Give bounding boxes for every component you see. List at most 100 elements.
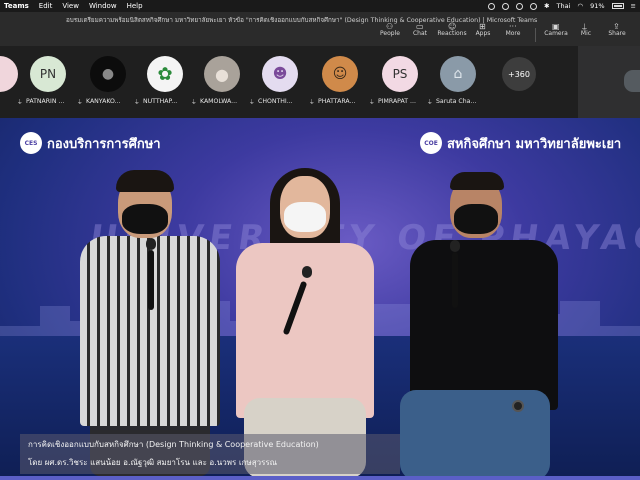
speaker-left [60, 166, 230, 476]
speaker-right-mask [454, 204, 498, 234]
participant-name: PHATTARA... [318, 98, 356, 105]
people-icon: ⚇ [386, 22, 394, 31]
mic-icon: ⍊ [582, 22, 587, 31]
avatar: ● [90, 56, 126, 92]
menu-help[interactable]: Help [127, 2, 143, 10]
people-button[interactable]: ⚇ People [375, 22, 405, 37]
caption-title: การคิดเชิงออกแบบกับสหกิจศึกษา (Design Th… [28, 440, 319, 449]
mic-muted-icon: ⍊ [135, 98, 139, 105]
people-label: People [380, 30, 400, 37]
ces-logo-text: กองบริการการศึกษา [47, 136, 161, 152]
avatar: ☺ [322, 56, 358, 92]
chat-label: Chat [412, 30, 428, 37]
camera-label: Camera [544, 30, 568, 37]
more-label: More [505, 30, 521, 37]
speaker-left-hair [116, 170, 174, 192]
lower-third-caption: การคิดเชิงออกแบบกับสหกิจศึกษา (Design Th… [20, 434, 400, 474]
participant-tile[interactable]: PS ⍊ PIMRAPAT ... [370, 56, 430, 116]
share-label: Share [608, 30, 626, 37]
avatar: ● [204, 56, 240, 92]
self-view[interactable] [578, 46, 640, 118]
more-participants-button[interactable]: +360 [502, 57, 536, 91]
main-video-stage[interactable]: UNIVERSITY OF PHAYAO CES กองบริการการศึก… [0, 118, 640, 476]
participant-tile[interactable]: ☻ ⍊ CHONTHI... [250, 56, 310, 116]
speaker-center-mask [284, 202, 326, 232]
avatar: ⌂ [440, 56, 476, 92]
participant-tile[interactable]: ✿ ⍊ NUTTHAP... [135, 56, 195, 116]
coe-logo-text: สหกิจศึกษา มหาวิทยาลัยพะเยา [447, 136, 622, 152]
menu-view[interactable]: View [62, 2, 79, 10]
chat-button[interactable]: ▭ Chat [405, 22, 435, 37]
speaker-right-microphone [452, 252, 458, 308]
camera-button[interactable]: ▣ Camera [541, 22, 571, 37]
avatar: ✿ [147, 56, 183, 92]
participant-tile[interactable]: ☺ ⍊ PHATTARA... [310, 56, 370, 116]
camera-icon: ▣ [552, 22, 560, 31]
participant-name: PIMRAPAT ... [378, 98, 416, 105]
menu-window[interactable]: Window [89, 2, 117, 10]
participant-name: Saruta Cha... [436, 98, 477, 105]
mic-muted-icon: ⍊ [250, 98, 254, 105]
mic-muted-icon: ⍊ [78, 98, 82, 105]
status-icon-2[interactable] [502, 2, 510, 10]
caption-speakers: โดย ผศ.ดร.วิชระ แสนน้อย อ.ณัฐวุฒิ สมยาโร… [28, 458, 278, 467]
mic-muted-icon: ⍊ [192, 98, 196, 105]
chat-icon: ▭ [416, 22, 424, 31]
speaker-right-hair [450, 172, 504, 190]
battery-percent: 91% [590, 2, 605, 10]
wristwatch [512, 400, 524, 412]
wifi-icon[interactable]: ◠ [577, 2, 583, 10]
speaker-center [230, 168, 380, 476]
status-icon-3[interactable] [516, 2, 524, 10]
participant-name: NUTTHAP... [143, 98, 178, 105]
coe-badge-icon: COE [420, 132, 442, 154]
battery-icon[interactable] [611, 3, 624, 9]
participant-tile[interactable]: ● ⍊ KANYAKO... [78, 56, 138, 116]
cartoon-avatar-icon: ☺ [332, 66, 348, 82]
participant-tile[interactable]: ● ⍊ KAMOLWA... [192, 56, 252, 116]
share-icon: ⇪ [613, 22, 620, 31]
menu-edit[interactable]: Edit [39, 2, 53, 10]
status-icon-1[interactable] [488, 2, 496, 10]
participant-strip: PN ⍊ PATNARIN ... ● ⍊ KANYAKO... ✿ ⍊ NUT… [0, 46, 640, 118]
participant-tile[interactable]: ⌂ ⍊ Saruta Cha... [428, 56, 488, 116]
mic-muted-icon: ⍊ [428, 98, 432, 105]
active-speaker-border [0, 476, 640, 480]
microphone-head [146, 238, 156, 250]
building-photo-icon: ⌂ [453, 66, 463, 82]
mic-muted-icon: ⍊ [310, 98, 314, 105]
cartoon-avatar-icon: ☻ [272, 66, 288, 82]
mic-button[interactable]: ⍊ Mic [571, 22, 601, 37]
reactions-button[interactable]: ☺ Reactions [437, 22, 467, 37]
university-seal-icon: ✿ [157, 63, 173, 85]
avatar [0, 56, 18, 92]
participant-name: KANYAKO... [86, 98, 121, 105]
more-button[interactable]: ··· More [498, 22, 528, 37]
ces-badge-icon: CES [20, 132, 42, 154]
toolbar-divider [535, 28, 536, 42]
apps-label: Apps [475, 30, 491, 37]
app-menu[interactable]: Teams [4, 2, 29, 10]
ces-logo: CES กองบริการการศึกษา [20, 132, 161, 154]
microphone-head [450, 240, 460, 252]
participant-name: KAMOLWA... [200, 98, 238, 105]
apps-icon: ⊞ [479, 22, 486, 31]
person-silhouette-icon: ● [101, 66, 115, 82]
avatar: PN [30, 56, 66, 92]
control-center-icon[interactable]: ≡ [631, 2, 636, 10]
person-photo-icon: ● [215, 64, 229, 84]
status-area: ✱ Thai ◠ 91% ≡ [488, 0, 636, 12]
meeting-title: อบรมเตรียมความพร้อมนิสิตสหกิจศึกษา มหาวิ… [66, 17, 538, 24]
speaker-left-mask [122, 204, 168, 234]
speaker-right-shirt [410, 240, 558, 410]
bluetooth-icon[interactable]: ✱ [544, 2, 549, 10]
input-source-label[interactable]: Thai [557, 2, 571, 10]
avatar: ☻ [262, 56, 298, 92]
reactions-label: Reactions [437, 30, 467, 37]
apps-button[interactable]: ⊞ Apps [468, 22, 498, 37]
coe-logo: COE สหกิจศึกษา มหาวิทยาลัยพะเยา [420, 132, 621, 154]
status-icon-4[interactable] [530, 2, 538, 10]
participant-tile[interactable]: PN ⍊ PATNARIN ... [18, 56, 78, 116]
share-button[interactable]: ⇪ Share [602, 22, 632, 37]
mic-muted-icon: ⍊ [370, 98, 374, 105]
